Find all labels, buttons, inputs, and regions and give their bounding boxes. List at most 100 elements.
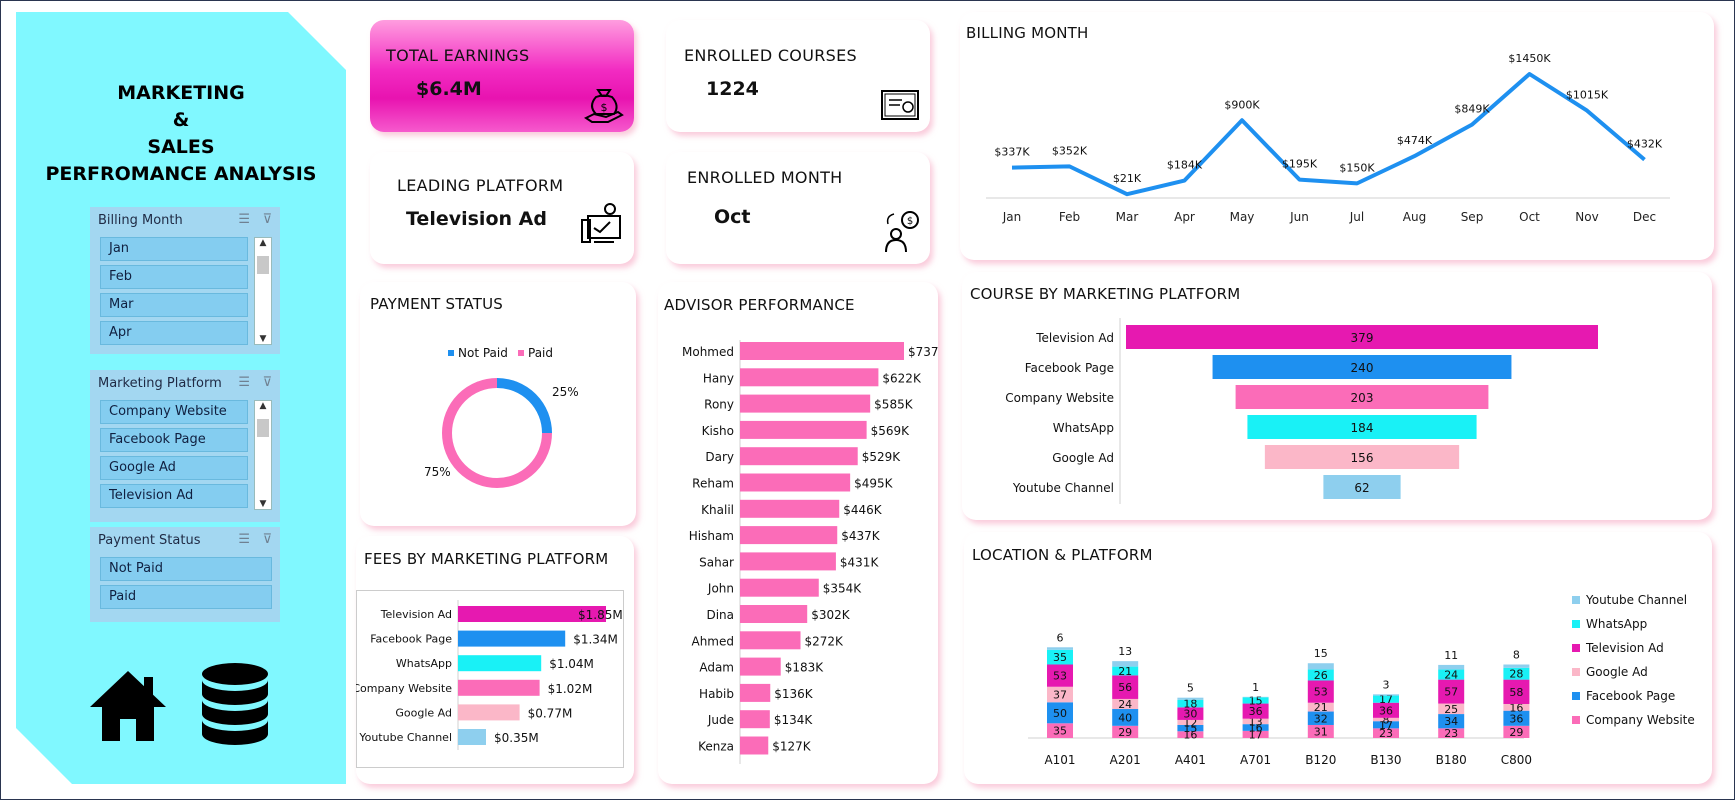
- scroll-down-icon[interactable]: ▼: [255, 499, 271, 509]
- legend-swatch: [1572, 692, 1580, 700]
- slicer-item[interactable]: Company Website: [100, 400, 248, 424]
- scroll-up-icon[interactable]: ▲: [255, 238, 271, 248]
- slicer-item[interactable]: Google Ad: [100, 456, 248, 480]
- slicer-item[interactable]: Paid: [100, 585, 272, 609]
- data-label: 25%: [552, 385, 579, 399]
- data-label: 13: [1118, 645, 1132, 658]
- svg-text:$: $: [601, 101, 608, 114]
- kpi-label: ENROLLED MONTH: [687, 168, 843, 187]
- advisor-bar: [740, 657, 781, 676]
- advisor-bar: [740, 447, 858, 466]
- y-tick-label: Youtube Channel: [1012, 481, 1114, 495]
- data-label: $0.35M: [494, 731, 539, 745]
- stack-segment: [1503, 664, 1530, 668]
- advisor-performance-card: ADVISOR PERFORMANCE Mohmed$737KHany$622K…: [658, 282, 938, 784]
- advisor-bar: [740, 342, 904, 360]
- legend-swatch: [1572, 596, 1580, 604]
- clear-filter-icon[interactable]: ⊽: [262, 212, 272, 227]
- legend-label: WhatsApp: [1586, 617, 1647, 631]
- data-label: 50: [1053, 707, 1067, 720]
- y-tick-label: Jude: [707, 713, 734, 727]
- scroll-thumb[interactable]: [257, 256, 269, 274]
- stack-segment: [1438, 664, 1465, 670]
- kpi-value: 1224: [706, 78, 759, 100]
- data-label: $136K: [774, 687, 814, 701]
- advisor-bar: [740, 710, 770, 729]
- slicer-marketing-platform: Marketing Platform ☰ ⊽ Company Website F…: [90, 370, 280, 522]
- data-label: $134K: [774, 713, 814, 727]
- data-label: 15: [1314, 647, 1328, 660]
- x-tick-label: Aug: [1403, 210, 1426, 224]
- stack-segment: [1307, 663, 1334, 670]
- advisor-bar: [740, 420, 867, 439]
- scroll-up-icon[interactable]: ▲: [255, 401, 271, 411]
- advisor-bar: [740, 526, 838, 545]
- data-label: $354K: [823, 582, 863, 596]
- kpi-label: LEADING PLATFORM: [397, 176, 564, 195]
- data-label: $900K: [1224, 98, 1260, 111]
- data-label: 29: [1118, 726, 1132, 739]
- y-tick-label: Hisham: [689, 529, 734, 543]
- y-tick-label: Facebook Page: [1025, 361, 1114, 375]
- data-label: $737K: [908, 345, 938, 359]
- data-label: 11: [1444, 649, 1458, 662]
- data-label: 1: [1252, 681, 1259, 694]
- multi-select-icon[interactable]: ☰: [238, 532, 250, 547]
- home-icon[interactable]: [88, 667, 168, 745]
- money-bag-icon: $: [584, 89, 624, 123]
- slicer-item[interactable]: Apr: [100, 321, 248, 345]
- data-label: $1450K: [1508, 52, 1551, 65]
- data-label: 56: [1118, 681, 1132, 694]
- advisor-bar: [740, 552, 836, 571]
- data-label: 23: [1444, 727, 1458, 740]
- slicer-item[interactable]: Jan: [100, 237, 248, 261]
- data-label: $21K: [1113, 172, 1142, 185]
- fee-bar: [458, 679, 540, 696]
- y-tick-label: John: [707, 582, 734, 596]
- slicer-scrollbar[interactable]: ▲ ▼: [254, 237, 272, 345]
- slicer-title: Marketing Platform: [98, 376, 222, 391]
- donut-slice: [496, 378, 552, 434]
- kpi-total-earnings: TOTAL EARNINGS $6.4M $: [370, 20, 634, 132]
- legend-label: Google Ad: [1586, 665, 1648, 679]
- svg-text:$: $: [907, 216, 913, 227]
- dashboard-title: MARKETING & SALES PERFROMANCE ANALYSIS: [16, 80, 346, 188]
- slicer-item[interactable]: Mar: [100, 293, 248, 317]
- data-label: $195K: [1282, 158, 1318, 171]
- scroll-thumb[interactable]: [257, 419, 269, 437]
- slicer-title: Billing Month: [98, 213, 183, 228]
- person-dollar-icon: $: [885, 211, 919, 253]
- advisor-bar: [740, 631, 801, 650]
- series-line: [1011, 72, 1646, 197]
- slicer-item[interactable]: Not Paid: [100, 557, 272, 581]
- legend-swatch: [448, 350, 454, 356]
- data-label: $150K: [1339, 161, 1375, 174]
- data-label: $495K: [854, 477, 894, 491]
- computer-icon: [581, 203, 621, 243]
- slicer-scrollbar[interactable]: ▲ ▼: [254, 400, 272, 510]
- y-tick-label: Kenza: [698, 740, 734, 754]
- slicer-item[interactable]: Facebook Page: [100, 428, 248, 452]
- scroll-down-icon[interactable]: ▼: [255, 334, 271, 344]
- y-tick-label: Mohmed: [682, 345, 734, 359]
- stack-segment: [1112, 661, 1139, 667]
- data-label: 36: [1379, 704, 1393, 717]
- data-label: $622K: [882, 371, 922, 385]
- multi-select-icon[interactable]: ☰: [238, 375, 250, 390]
- slicer-item[interactable]: Television Ad: [100, 484, 248, 508]
- kpi-value: Television Ad: [406, 208, 547, 230]
- data-label: 57: [1444, 686, 1458, 699]
- multi-select-icon[interactable]: ☰: [238, 212, 250, 227]
- clear-filter-icon[interactable]: ⊽: [262, 375, 272, 390]
- x-tick-label: A201: [1110, 753, 1141, 767]
- sidebar: MARKETING & SALES PERFROMANCE ANALYSIS B…: [16, 12, 346, 784]
- advisor-bar: [740, 499, 840, 518]
- advisor-bar: [740, 683, 771, 702]
- database-icon[interactable]: [200, 662, 270, 752]
- fee-bar: [458, 704, 520, 721]
- data-label: 32: [1314, 712, 1328, 725]
- y-tick-label: Ahmed: [691, 634, 734, 648]
- title-line-4: PERFROMANCE ANALYSIS: [45, 163, 317, 185]
- slicer-item[interactable]: Feb: [100, 265, 248, 289]
- clear-filter-icon[interactable]: ⊽: [262, 532, 272, 547]
